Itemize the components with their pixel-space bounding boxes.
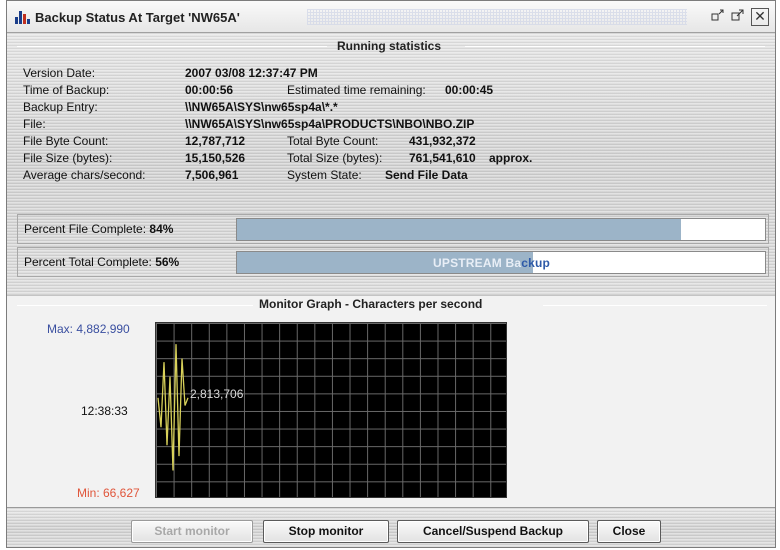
time-label: 12:38:33	[81, 404, 128, 418]
total-size-label: Total Size (bytes):	[287, 151, 383, 165]
current-value-label: 2,813,706	[190, 387, 244, 401]
running-statistics-panel: Running statistics Version Date: 2007 03…	[7, 34, 775, 296]
system-state-value: Send File Data	[385, 168, 468, 182]
file-byte-count-label: File Byte Count:	[23, 134, 109, 148]
close-icon[interactable]: ✕	[751, 8, 769, 26]
max-value-label: Max: 4,882,990	[47, 322, 130, 336]
total-byte-count-label: Total Byte Count:	[287, 134, 379, 148]
characters-per-second-graph: 2,813,706	[155, 322, 507, 498]
average-chars-label: Average chars/second:	[23, 168, 146, 182]
backup-entry-value: \\NW65A\SYS\nw65sp4a\*.*	[185, 100, 338, 114]
average-chars-value: 7,506,961	[185, 168, 239, 182]
divider	[543, 305, 767, 306]
monitor-graph-panel: Monitor Graph - Characters per second Ma…	[7, 295, 775, 507]
time-of-backup-value: 00:00:56	[185, 83, 234, 97]
version-date-value: 2007 03/08 12:37:47 PM	[185, 66, 318, 80]
file-progress-percent: 84%	[149, 222, 174, 236]
total-progress-text: Percent Total Complete: 56%	[24, 255, 179, 269]
approx-note: approx.	[489, 151, 533, 165]
file-progress-bar	[236, 218, 766, 241]
system-state-label: System State:	[287, 168, 362, 182]
graph-plot	[157, 344, 189, 471]
total-progress-row: Percent Total Complete: 56% UPSTREAM Bac…	[17, 247, 769, 277]
app-icon	[15, 10, 31, 24]
running-statistics-title: Running statistics	[337, 39, 442, 53]
file-size-value: 15,150,526	[185, 151, 246, 165]
time-of-backup-label: Time of Backup:	[23, 83, 110, 97]
file-progress-row: Percent File Complete: 84%	[17, 214, 769, 244]
file-progress-label: Percent File Complete:	[24, 222, 147, 236]
file-value: \\NW65A\SYS\nw65sp4a\PRODUCTS\NBO\NBO.ZI…	[185, 117, 475, 131]
chars-per-second-line	[157, 344, 189, 471]
caption-dark: ckup	[521, 256, 551, 270]
start-monitor-button[interactable]: Start monitor	[131, 520, 253, 543]
caption-light: UPSTREAM Ba	[433, 256, 522, 270]
window-title: Backup Status At Target 'NW65A'	[35, 10, 240, 25]
min-value-label: Min: 66,627	[77, 486, 140, 500]
title-bar[interactable]: Backup Status At Target 'NW65A' ✕	[7, 1, 775, 33]
file-progress-fill	[237, 219, 681, 240]
title-bar-pattern	[307, 9, 687, 25]
close-button[interactable]: Close	[597, 520, 661, 543]
divider	[17, 46, 327, 47]
total-progress-bar: UPSTREAM Backup	[236, 251, 766, 274]
total-progress-caption: UPSTREAM Backup	[433, 256, 550, 270]
total-byte-count-value: 431,932,372	[409, 134, 476, 148]
version-date-label: Version Date:	[23, 66, 96, 80]
backup-entry-label: Backup Entry:	[23, 100, 98, 114]
cancel-suspend-backup-button[interactable]: Cancel/Suspend Backup	[397, 520, 589, 543]
estimated-remaining-label: Estimated time remaining:	[287, 83, 426, 97]
total-progress-percent: 56%	[155, 255, 180, 269]
monitor-graph-title: Monitor Graph - Characters per second	[259, 297, 483, 311]
divider	[17, 305, 253, 306]
backup-status-window: Backup Status At Target 'NW65A' ✕ Runnin…	[6, 0, 776, 548]
restore-icon[interactable]	[709, 8, 727, 26]
button-bar: Start monitor Stop monitor Cancel/Suspen…	[7, 507, 775, 547]
stop-monitor-button[interactable]: Stop monitor	[263, 520, 389, 543]
maximize-icon[interactable]	[729, 8, 747, 26]
estimated-remaining-value: 00:00:45	[445, 83, 494, 97]
divider	[465, 46, 765, 47]
total-progress-label: Percent Total Complete:	[24, 255, 152, 269]
file-label: File:	[23, 117, 46, 131]
total-size-value: 761,541,610	[409, 151, 476, 165]
file-progress-text: Percent File Complete: 84%	[24, 222, 173, 236]
file-size-label: File Size (bytes):	[23, 151, 113, 165]
file-byte-count-value: 12,787,712	[185, 134, 246, 148]
